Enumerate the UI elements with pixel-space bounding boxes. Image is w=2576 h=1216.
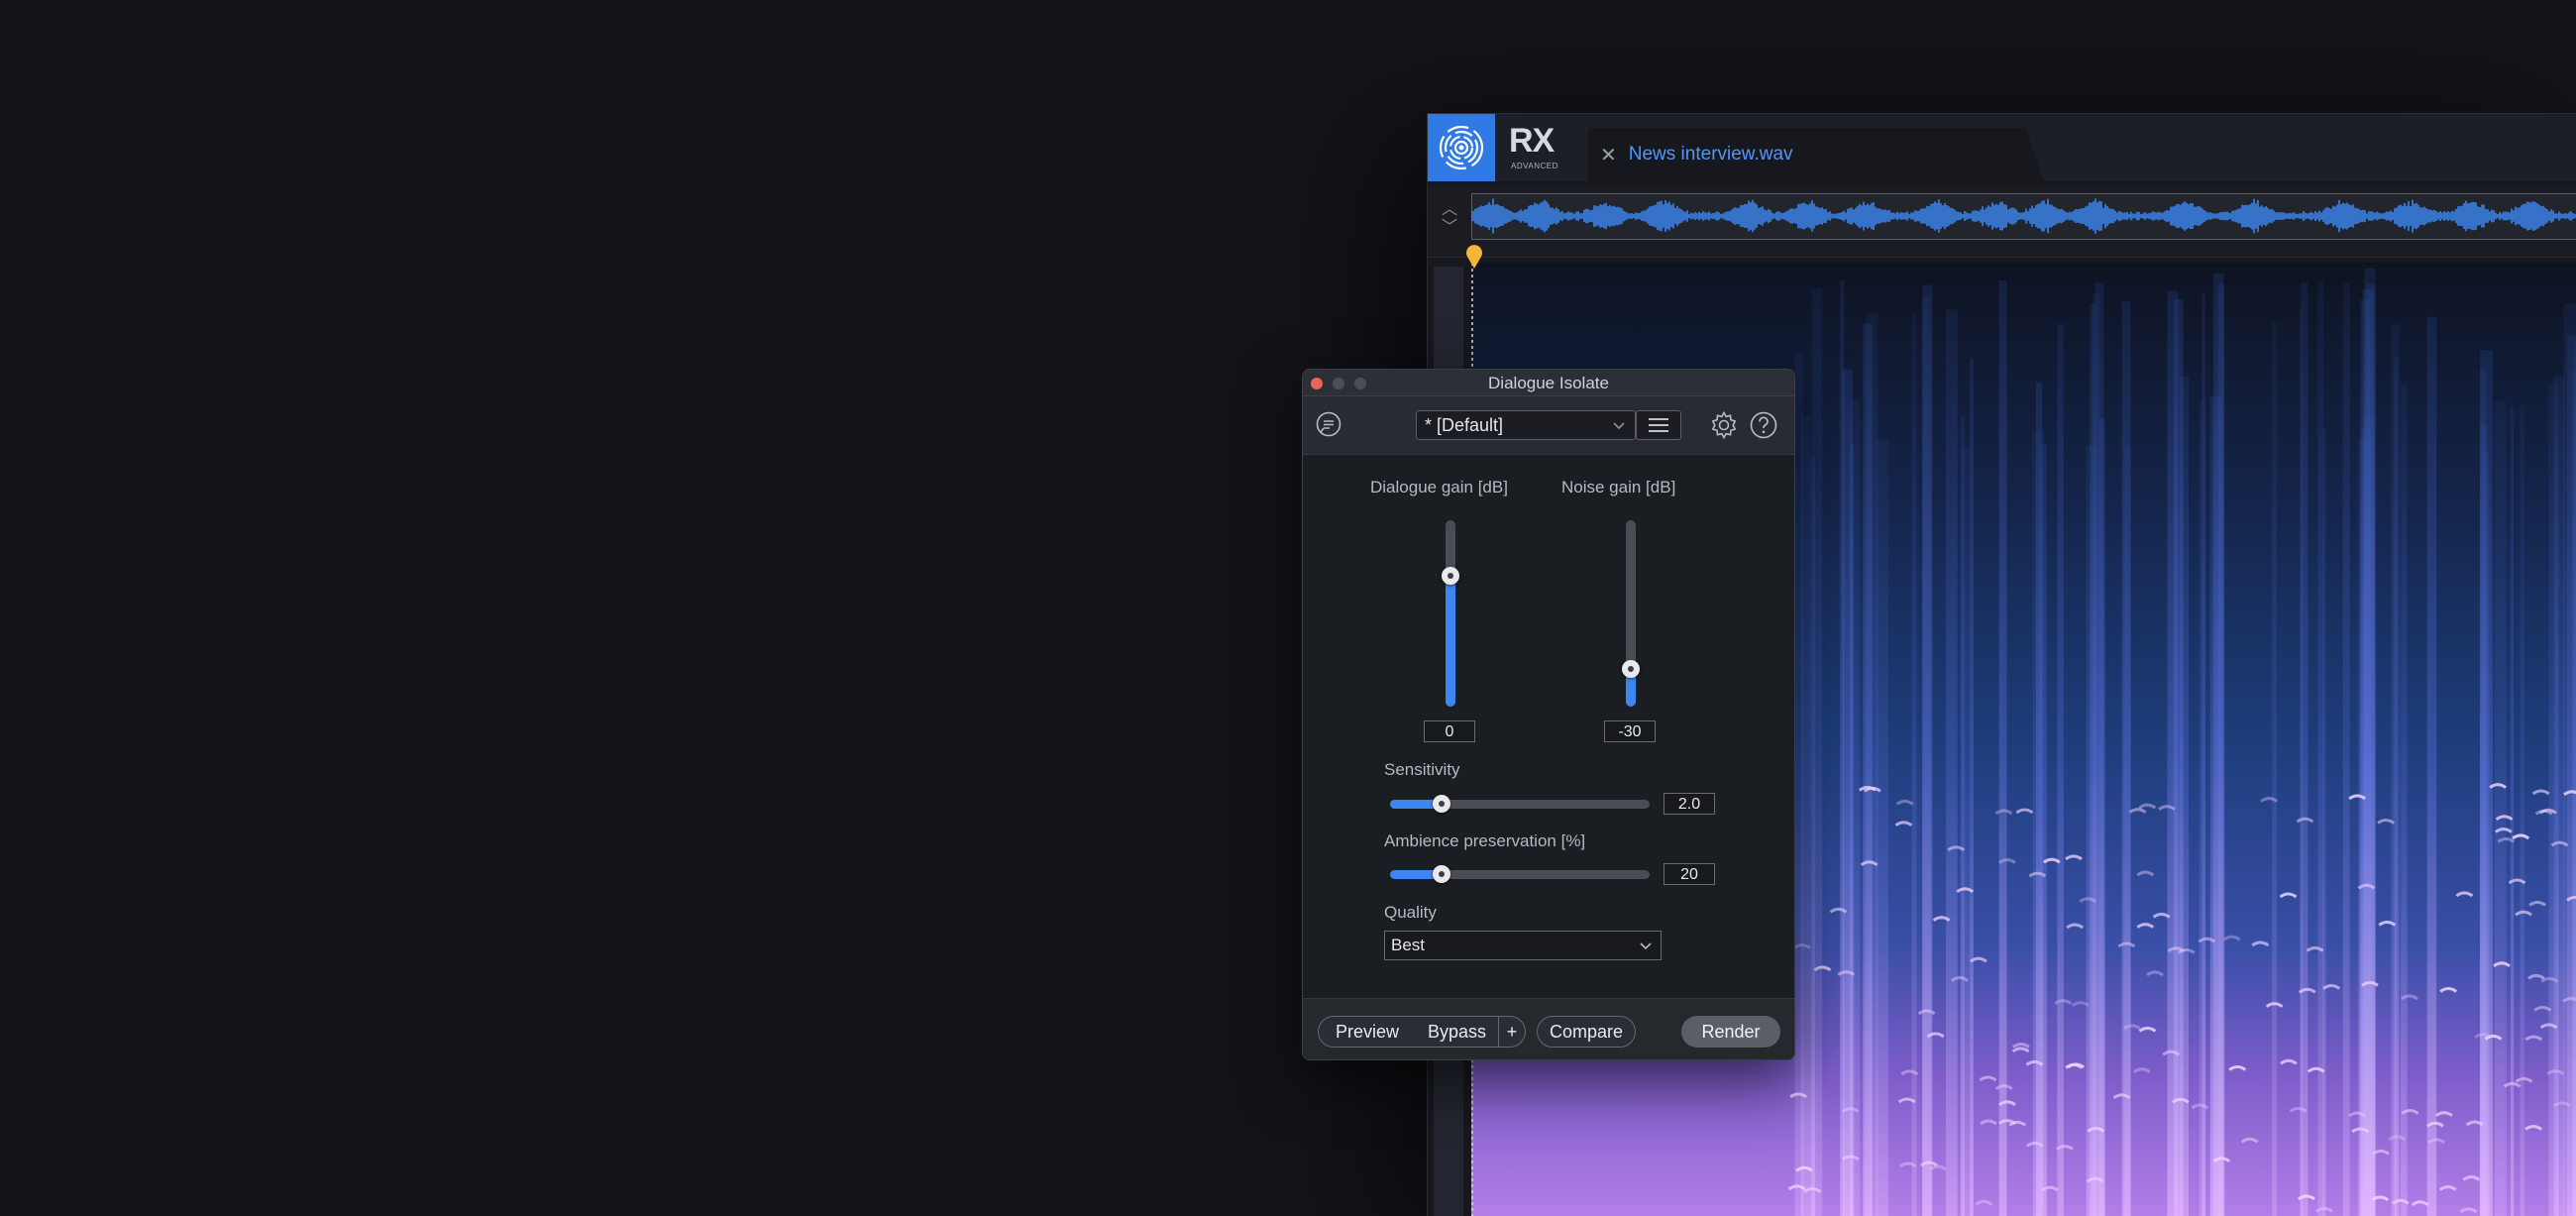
rx-topbar: RX ADVANCED ✕ News interview.wav <box>1428 114 2576 181</box>
preset-value: * [Default] <box>1425 415 1503 436</box>
quality-value: Best <box>1391 936 1425 954</box>
tab-news-interview[interactable]: ✕ News interview.wav <box>1588 128 2044 181</box>
noise-gain-value[interactable]: -30 <box>1604 720 1656 742</box>
quality-dropdown[interactable]: Best <box>1384 931 1662 960</box>
ambience-handle[interactable] <box>1433 865 1450 883</box>
rx-logo-icon[interactable] <box>1428 114 1495 181</box>
render-button[interactable]: Render <box>1681 1016 1780 1048</box>
ambience-value[interactable]: 20 <box>1664 863 1715 885</box>
dialogue-isolate-panel: Dialogue Isolate * [Default] <box>1302 369 1795 1060</box>
add-bypass-button[interactable]: + <box>1498 1016 1526 1048</box>
gear-icon[interactable] <box>1709 410 1739 440</box>
panel-toolbar: * [Default] <box>1303 396 1794 455</box>
panel-title: Dialogue Isolate <box>1303 374 1794 393</box>
noise-gain-handle[interactable] <box>1622 660 1640 678</box>
sensitivity-value[interactable]: 2.0 <box>1664 793 1715 815</box>
preset-dropdown[interactable]: * [Default] <box>1416 410 1636 440</box>
dialogue-gain-handle[interactable] <box>1442 567 1459 585</box>
sensitivity-label: Sensitivity <box>1384 760 1460 780</box>
panel-footer: Preview Bypass + Compare Render <box>1303 998 1794 1060</box>
noise-gain-slider[interactable] <box>1626 520 1636 707</box>
panel-titlebar[interactable]: Dialogue Isolate <box>1303 370 1794 396</box>
tab-label: News interview.wav <box>1629 144 1793 166</box>
preset-menu-button[interactable] <box>1636 410 1681 440</box>
dialogue-gain-slider[interactable] <box>1446 520 1455 707</box>
sensitivity-handle[interactable] <box>1433 795 1450 813</box>
dialogue-gain-value[interactable]: 0 <box>1424 720 1475 742</box>
app-logo-text: RX <box>1509 122 1554 161</box>
help-icon[interactable] <box>1749 410 1778 440</box>
comment-icon[interactable] <box>1315 410 1342 438</box>
menu-icon <box>1648 417 1669 433</box>
app-edition-label: ADVANCED <box>1511 162 1558 170</box>
chevron-down-icon <box>1639 940 1653 952</box>
chevron-down-icon[interactable]: ﹀ <box>1438 219 1461 237</box>
overview-scroll-arrows[interactable]: ︿ ﹀ <box>1438 201 1461 245</box>
bypass-button[interactable]: Bypass <box>1416 1016 1499 1048</box>
noise-gain-label: Noise gain [dB] <box>1561 478 1675 497</box>
quality-label: Quality <box>1384 903 1437 923</box>
compare-button[interactable]: Compare <box>1537 1016 1636 1048</box>
preview-button[interactable]: Preview <box>1318 1016 1417 1048</box>
dialogue-gain-label: Dialogue gain [dB] <box>1370 478 1508 497</box>
playhead-marker-icon[interactable] <box>1465 245 1483 271</box>
chevron-up-icon[interactable]: ︿ <box>1438 201 1461 219</box>
sensitivity-slider[interactable] <box>1390 800 1650 809</box>
chevron-down-icon <box>1611 417 1627 433</box>
overview-waveform[interactable] <box>1471 193 2576 251</box>
ambience-label: Ambience preservation [%] <box>1384 831 1585 851</box>
dialogue-gain-fill <box>1446 576 1455 707</box>
ambience-slider[interactable] <box>1390 870 1650 879</box>
close-icon[interactable]: ✕ <box>1600 143 1617 167</box>
